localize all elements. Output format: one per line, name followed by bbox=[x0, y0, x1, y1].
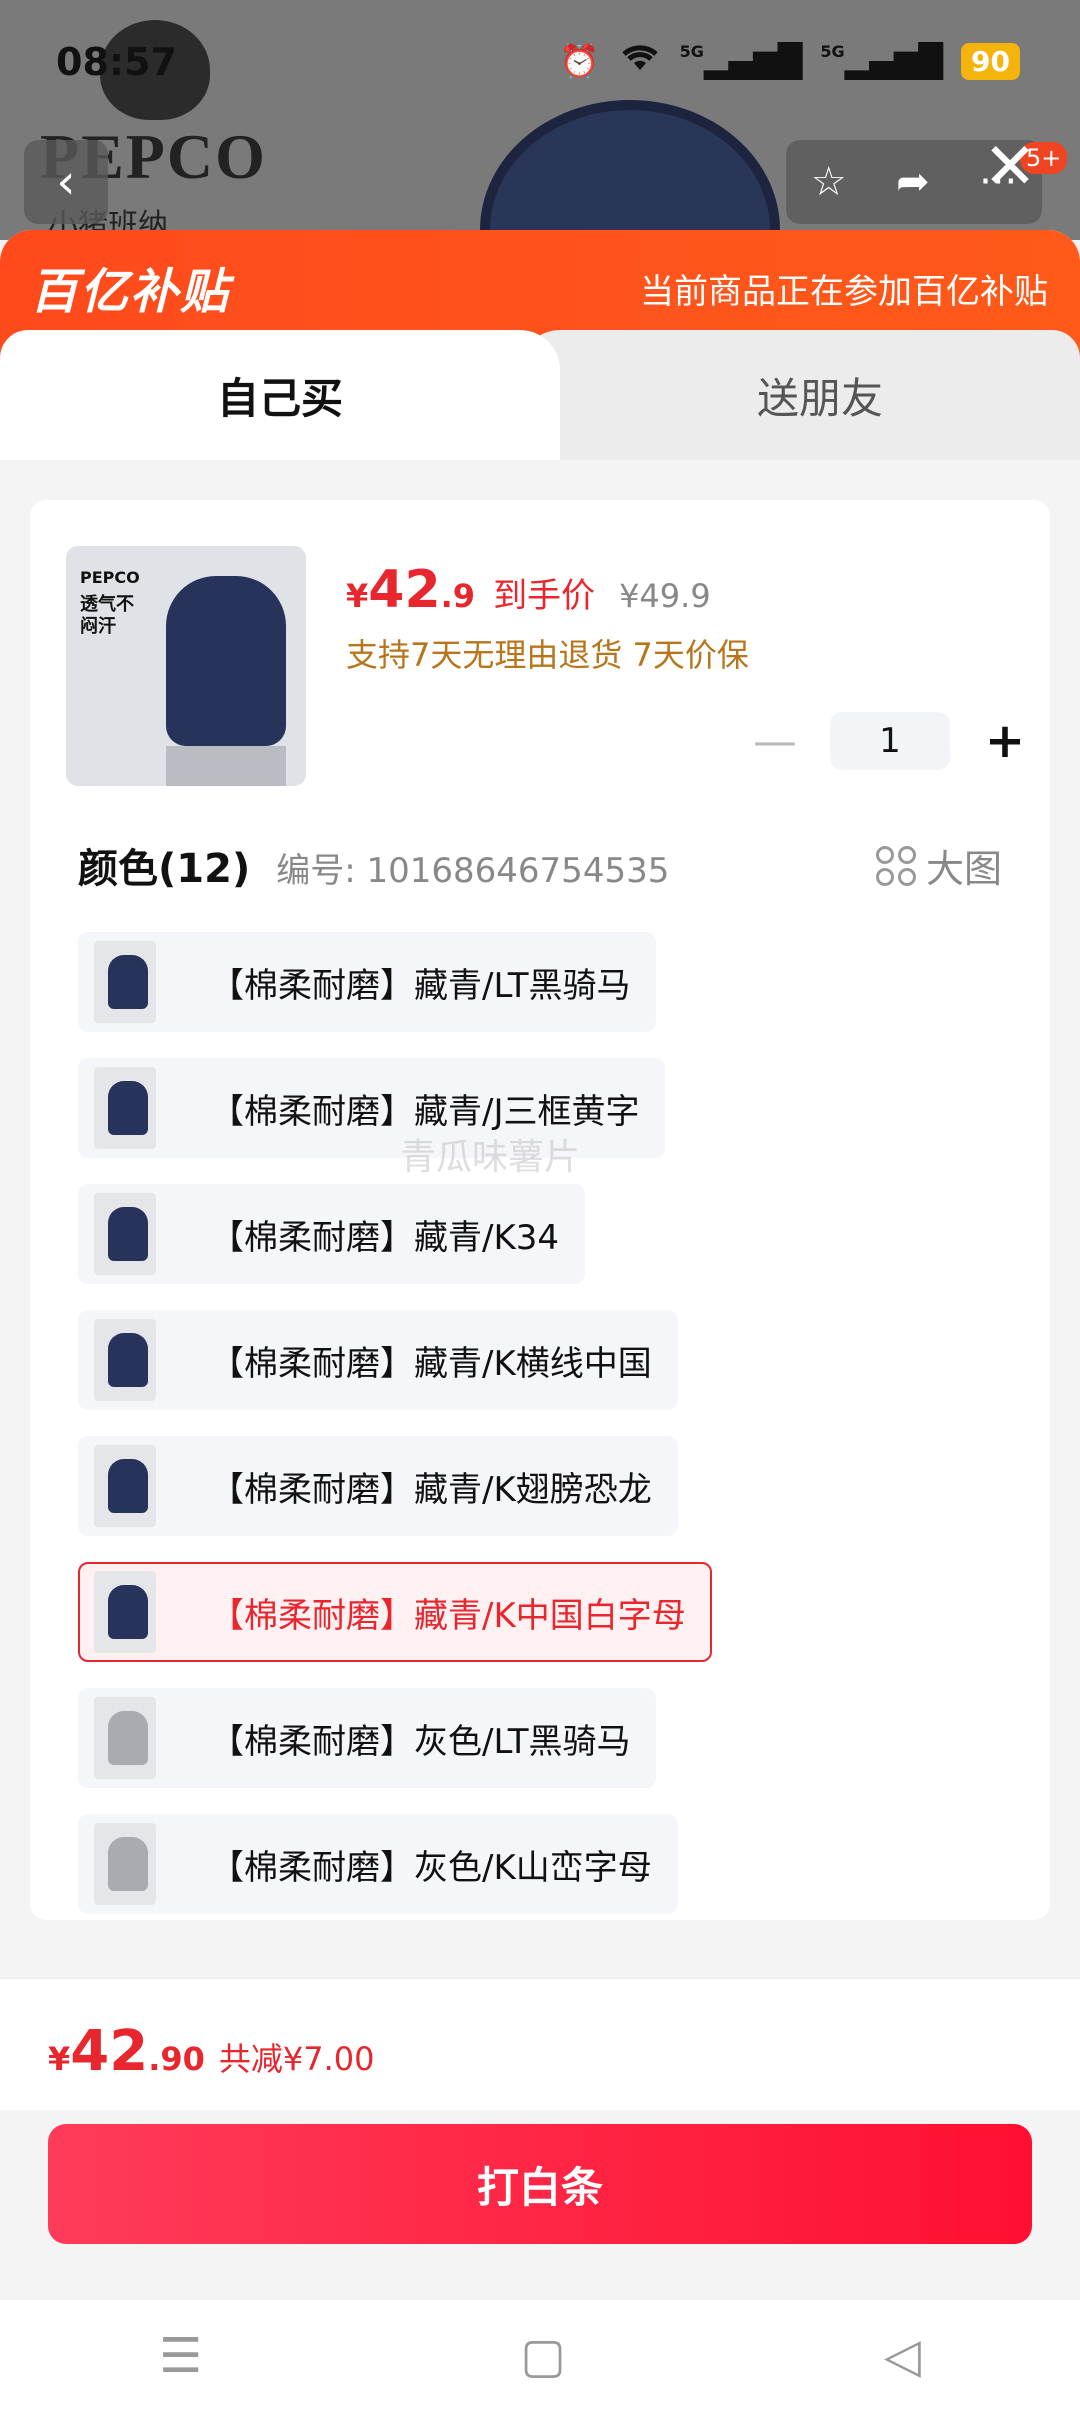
color-option-thumbnail bbox=[94, 1319, 156, 1401]
color-option-thumbnail bbox=[94, 1067, 156, 1149]
share-icon[interactable]: ➦ bbox=[896, 159, 930, 205]
color-option-label: 【棉柔耐磨】藏青/K横线中国 bbox=[210, 1343, 652, 1384]
star-icon[interactable]: ☆ bbox=[811, 159, 847, 205]
color-option-label: 【棉柔耐磨】藏青/K翅膀恐龙 bbox=[210, 1469, 652, 1510]
color-option[interactable]: 【棉柔耐磨】藏青/K34 bbox=[78, 1184, 586, 1284]
color-section-header: 颜色(12) 编号: 10168646754535 bbox=[78, 836, 669, 894]
color-option[interactable]: 【棉柔耐磨】藏青/K横线中国 bbox=[78, 1310, 678, 1410]
wifi-icon bbox=[618, 40, 662, 82]
total-price-symbol: ¥ bbox=[48, 2040, 71, 2078]
chevron-left-icon: ‹ bbox=[56, 154, 76, 210]
subsidy-logo: 百亿补贴 bbox=[30, 264, 231, 320]
product-thumbnail[interactable]: PEPCO 透气不闷汗 bbox=[66, 546, 306, 786]
total-savings: 共减¥7.00 bbox=[218, 2040, 375, 2078]
status-time: 08:57 bbox=[56, 40, 177, 84]
home-icon[interactable]: ▢ bbox=[520, 2328, 565, 2384]
thumbnail-brand: PEPCO bbox=[80, 568, 140, 587]
total-price: ¥ 42 .90 共减¥7.00 bbox=[48, 2019, 375, 2084]
status-bar: 08:57 ⏰ 5G▂▄▆█ 5G▂▄▆█ 90 bbox=[0, 0, 1080, 120]
decrease-button[interactable]: — bbox=[750, 716, 800, 767]
tab-buy-self[interactable]: 自己买 bbox=[0, 330, 560, 460]
price-integer: 42 bbox=[368, 560, 441, 620]
sheet-content: PEPCO 透气不闷汗 ¥42.9 到手价 ¥49.9 支持7天无理由退货 7天… bbox=[0, 460, 1080, 2200]
grid-icon bbox=[875, 845, 916, 886]
thumbnail-slogan: 透气不闷汗 bbox=[80, 594, 134, 637]
color-option-thumbnail bbox=[94, 1823, 156, 1905]
quantity-value[interactable]: 1 bbox=[830, 712, 950, 770]
color-option-label: 【棉柔耐磨】藏青/LT黑骑马 bbox=[210, 965, 631, 1006]
quantity-stepper: — 1 + bbox=[750, 712, 1030, 770]
product-hero-image bbox=[480, 100, 780, 240]
color-option-selected[interactable]: 【棉柔耐磨】藏青/K中国白字母 bbox=[78, 1562, 712, 1662]
subsidy-text: 当前商品正在参加百亿补贴 bbox=[640, 272, 1048, 312]
price-decimal: .9 bbox=[440, 577, 476, 615]
color-option-label: 【棉柔耐磨】藏青/K中国白字母 bbox=[210, 1595, 686, 1636]
thumbnail-model bbox=[166, 576, 286, 746]
color-option-label: 【棉柔耐磨】藏青/J三框黄字 bbox=[210, 1091, 640, 1132]
big-image-toggle[interactable]: 大图 bbox=[875, 838, 1002, 893]
status-icons: ⏰ 5G▂▄▆█ 5G▂▄▆█ 90 bbox=[560, 40, 1020, 82]
battery-indicator: 90 bbox=[961, 42, 1020, 80]
big-image-label: 大图 bbox=[925, 847, 1002, 891]
color-option[interactable]: 【棉柔耐磨】灰色/K山峦字母 bbox=[78, 1814, 678, 1914]
color-option-thumbnail bbox=[94, 1445, 156, 1527]
total-price-integer: 42 bbox=[70, 2019, 149, 2084]
color-variant-list: 【棉柔耐磨】藏青/LT黑骑马 【棉柔耐磨】藏青/J三框黄字 【棉柔耐磨】藏青/K… bbox=[78, 932, 1038, 1920]
color-option[interactable]: 【棉柔耐磨】灰色/LT黑骑马 bbox=[78, 1688, 657, 1788]
signal-icon: 5G▂▄▆█ bbox=[679, 42, 803, 80]
network-type-label-2: 5G bbox=[820, 42, 845, 61]
total-price-decimal: .90 bbox=[148, 2040, 205, 2078]
alarm-icon: ⏰ bbox=[559, 42, 600, 80]
original-price: ¥49.9 bbox=[619, 577, 711, 615]
menu-icon[interactable]: ☰ bbox=[159, 2328, 202, 2384]
network-type-label: 5G bbox=[679, 42, 704, 61]
color-option-label: 【棉柔耐磨】灰色/K山峦字母 bbox=[210, 1847, 652, 1888]
product-options-card: PEPCO 透气不闷汗 ¥42.9 到手价 ¥49.9 支持7天无理由退货 7天… bbox=[30, 500, 1050, 1920]
color-option-label: 【棉柔耐磨】灰色/LT黑骑马 bbox=[210, 1721, 631, 1762]
back-button[interactable]: ‹ bbox=[24, 140, 108, 224]
color-option[interactable]: 【棉柔耐磨】藏青/K翅膀恐龙 bbox=[78, 1436, 678, 1536]
color-option-thumbnail bbox=[94, 1193, 156, 1275]
close-icon: ✕ bbox=[983, 130, 1037, 204]
color-option-thumbnail bbox=[94, 1697, 156, 1779]
bottom-price-bar: ¥ 42 .90 共减¥7.00 bbox=[0, 1978, 1080, 2110]
color-option-label: 【棉柔耐磨】藏青/K34 bbox=[210, 1217, 560, 1258]
purchase-tabs: 送朋友 自己买 bbox=[0, 330, 1080, 460]
thumbnail-pants bbox=[166, 746, 286, 786]
color-option[interactable]: 【棉柔耐磨】藏青/LT黑骑马 bbox=[78, 932, 657, 1032]
final-price: ¥42.9 bbox=[346, 560, 475, 620]
close-button[interactable]: ✕ bbox=[975, 130, 1045, 204]
price-symbol: ¥ bbox=[346, 577, 369, 615]
tab-gift-friend[interactable]: 送朋友 bbox=[520, 330, 1080, 460]
color-title: 颜色(12) bbox=[78, 846, 251, 892]
return-guarantee: 支持7天无理由退货 7天价保 bbox=[346, 636, 749, 674]
system-navigation-bar: ☰ ▢ ◁ bbox=[0, 2300, 1080, 2412]
color-option-thumbnail bbox=[94, 941, 156, 1023]
final-price-label: 到手价 bbox=[493, 576, 596, 616]
increase-button[interactable]: + bbox=[980, 713, 1030, 769]
color-option-thumbnail bbox=[94, 1571, 156, 1653]
buy-button[interactable]: 打白条 bbox=[48, 2124, 1032, 2244]
back-icon[interactable]: ◁ bbox=[884, 2328, 921, 2384]
signal-icon-2: 5G▂▄▆█ bbox=[820, 42, 944, 80]
price-row: ¥42.9 到手价 ¥49.9 bbox=[346, 560, 711, 620]
watermark: 青瓜味薯片 bbox=[400, 1137, 581, 1178]
product-code: 编号: 10168646754535 bbox=[276, 851, 670, 891]
